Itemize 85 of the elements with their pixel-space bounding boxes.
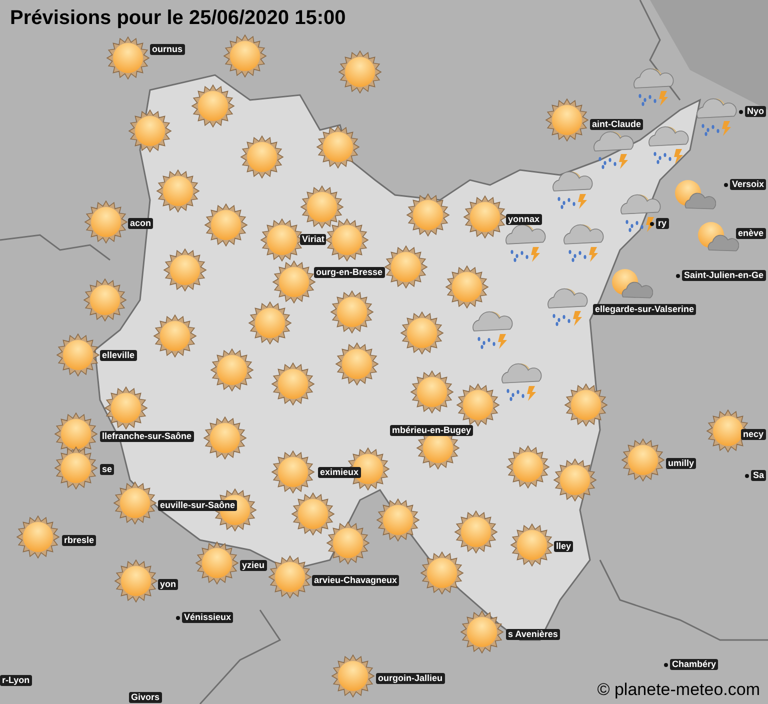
- town-label: eximieux: [318, 467, 361, 478]
- sun-icon: [620, 437, 666, 483]
- sun-icon: [203, 202, 249, 248]
- town-label: acon: [128, 218, 154, 229]
- sun-icon: [55, 332, 101, 378]
- town-label: umilly: [666, 458, 696, 469]
- map-title: Prévisions pour le 25/06/2020 15:00: [10, 6, 346, 30]
- sun-icon: [419, 550, 465, 596]
- town-label: mbérieu-en-Bugey: [390, 425, 474, 436]
- sun-icon: [444, 264, 490, 310]
- town-label: s Avenières: [506, 629, 560, 640]
- town-label: yzieu: [240, 560, 267, 571]
- sun-icon: [152, 313, 198, 359]
- town-label: se: [100, 464, 114, 475]
- sun-icon: [270, 449, 316, 495]
- sun-icon: [222, 33, 268, 79]
- sun-icon: [544, 97, 590, 143]
- town-label: Versoix: [730, 179, 766, 190]
- sun-icon: [162, 247, 208, 293]
- sun-icon: [53, 445, 99, 491]
- sun-icon: [405, 192, 451, 238]
- town-label: Viriat: [300, 234, 326, 245]
- town-label: Sa: [751, 470, 766, 481]
- sun-icon: [290, 491, 336, 537]
- town-label: ournus: [150, 44, 184, 55]
- sun-icon: [239, 134, 285, 180]
- sun-icon: [202, 415, 248, 461]
- town-label: rbresle: [62, 535, 96, 546]
- town-label: enève: [736, 228, 766, 239]
- sun-icon: [453, 509, 499, 555]
- sun-icon: [462, 194, 508, 240]
- town-label: yonnax: [506, 214, 542, 225]
- sun-icon: [112, 480, 158, 526]
- sun-icon: [194, 540, 240, 586]
- town-label: arvieu-Chavagneux: [312, 575, 400, 586]
- sun-icon: [337, 49, 383, 95]
- town-label: ellegarde-sur-Valserine: [593, 304, 696, 315]
- sun-icon: [329, 289, 375, 335]
- sun-icon: [330, 653, 376, 699]
- sun-icon: [267, 554, 313, 600]
- sun-icon: [325, 520, 371, 566]
- sun-icon: [399, 310, 445, 356]
- town-label: Nyo: [745, 106, 766, 117]
- sun-icon: [103, 385, 149, 431]
- sun-icon: [82, 277, 128, 323]
- sun-icon: [324, 217, 370, 263]
- town-label: euville-sur-Saône: [158, 500, 238, 511]
- town-label: Givors: [129, 692, 162, 703]
- sun-icon: [409, 369, 455, 415]
- sun-icon: [563, 382, 609, 428]
- sun-icon: [505, 444, 551, 490]
- town-label: ry: [656, 218, 669, 229]
- sun-icon: [375, 497, 421, 543]
- town-label: Vénissieux: [182, 612, 234, 623]
- sun-icon: [315, 124, 361, 170]
- town-label: elleville: [100, 350, 137, 361]
- sun-icon: [270, 361, 316, 407]
- sun-icon: [299, 184, 345, 230]
- town-label: necy: [741, 429, 766, 440]
- town-label: Chambéry: [670, 659, 718, 670]
- sun-icon: [247, 300, 293, 346]
- town-label: Saint-Julien-en-Ge: [682, 270, 766, 281]
- town-label: yon: [158, 579, 178, 590]
- copyright-text: © planete-meteo.com: [597, 678, 760, 700]
- town-label: ourgoin-Jallieu: [376, 673, 445, 684]
- sun-icon: [155, 168, 201, 214]
- sun-icon: [271, 259, 317, 305]
- sun-icon: [383, 244, 429, 290]
- town-label: lley: [554, 541, 574, 552]
- sun-icon: [459, 609, 505, 655]
- sun-icon: [127, 108, 173, 154]
- town-label: ourg-en-Bresse: [314, 267, 385, 278]
- sun-icon: [334, 341, 380, 387]
- sun-icon: [83, 199, 129, 245]
- sun-icon: [455, 382, 501, 428]
- sun-icon: [209, 347, 255, 393]
- sun-icon: [15, 514, 61, 560]
- sun-icon: [190, 83, 236, 129]
- town-label: aint-Claude: [590, 119, 644, 130]
- sun-icon: [509, 522, 555, 568]
- sun-icon: [552, 457, 598, 503]
- town-label: llefranche-sur-Saône: [100, 431, 194, 442]
- sun-icon: [113, 558, 159, 604]
- sun-icon: [105, 35, 151, 81]
- town-label: r-Lyon: [0, 675, 32, 686]
